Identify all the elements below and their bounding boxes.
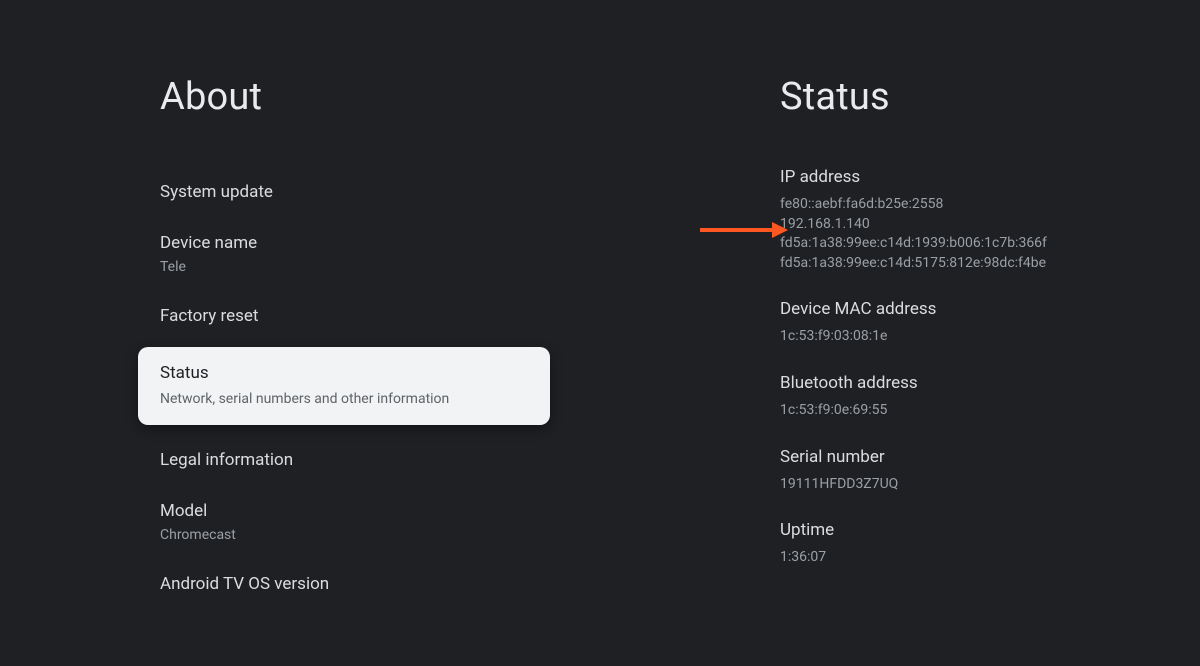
info-mac-address: Device MAC address 1c:53:f9:03:08:1e <box>780 299 1160 347</box>
about-menu: System update Device name Tele Factory r… <box>160 167 600 594</box>
menu-label: Status <box>160 363 528 383</box>
info-value: 1c:53:f9:0e:69:55 <box>780 401 1160 421</box>
menu-label: System update <box>160 182 600 202</box>
ip-line: fd5a:1a38:99ee:c14d:1939:b006:1c7b:366f <box>780 234 1160 254</box>
about-panel: About System update Device name Tele Fac… <box>0 0 600 666</box>
ip-line: fe80::aebf:fa6d:b25e:2558 <box>780 195 1160 215</box>
info-label: Uptime <box>780 520 1160 540</box>
menu-item-legal-information[interactable]: Legal information <box>160 435 600 485</box>
menu-subtitle: Chromecast <box>160 527 600 543</box>
menu-item-factory-reset[interactable]: Factory reset <box>160 291 600 341</box>
menu-item-status[interactable]: Status Network, serial numbers and other… <box>138 347 550 425</box>
menu-item-system-update[interactable]: System update <box>160 167 600 217</box>
status-title: Status <box>780 75 1160 119</box>
info-serial-number: Serial number 19111HFDD3Z7UQ <box>780 447 1160 495</box>
info-label: Bluetooth address <box>780 373 1160 393</box>
menu-item-device-name[interactable]: Device name Tele <box>160 221 600 287</box>
menu-label: Device name <box>160 233 600 253</box>
info-bluetooth-address: Bluetooth address 1c:53:f9:0e:69:55 <box>780 373 1160 421</box>
info-value: 19111HFDD3Z7UQ <box>780 475 1160 495</box>
menu-label: Android TV OS version <box>160 574 600 594</box>
info-label: Serial number <box>780 447 1160 467</box>
info-value: 1c:53:f9:03:08:1e <box>780 327 1160 347</box>
menu-item-model[interactable]: Model Chromecast <box>160 489 600 555</box>
info-ip-address: IP address fe80::aebf:fa6d:b25e:2558 192… <box>780 167 1160 273</box>
menu-label: Legal information <box>160 450 600 470</box>
ip-line: 192.168.1.140 <box>780 215 1160 235</box>
info-label: Device MAC address <box>780 299 1160 319</box>
menu-subtitle: Tele <box>160 259 600 275</box>
menu-item-android-tv-os-version[interactable]: Android TV OS version <box>160 559 600 594</box>
info-value: 1:36:07 <box>780 548 1160 568</box>
info-uptime: Uptime 1:36:07 <box>780 520 1160 568</box>
info-value: fe80::aebf:fa6d:b25e:2558 192.168.1.140 … <box>780 195 1160 273</box>
ip-line: fd5a:1a38:99ee:c14d:5175:812e:98dc:f4be <box>780 254 1160 274</box>
info-label: IP address <box>780 167 1160 187</box>
menu-label: Model <box>160 501 600 521</box>
menu-label: Factory reset <box>160 306 600 326</box>
about-title: About <box>160 75 600 119</box>
status-panel: Status IP address fe80::aebf:fa6d:b25e:2… <box>600 0 1200 666</box>
menu-subtitle: Network, serial numbers and other inform… <box>160 391 528 407</box>
